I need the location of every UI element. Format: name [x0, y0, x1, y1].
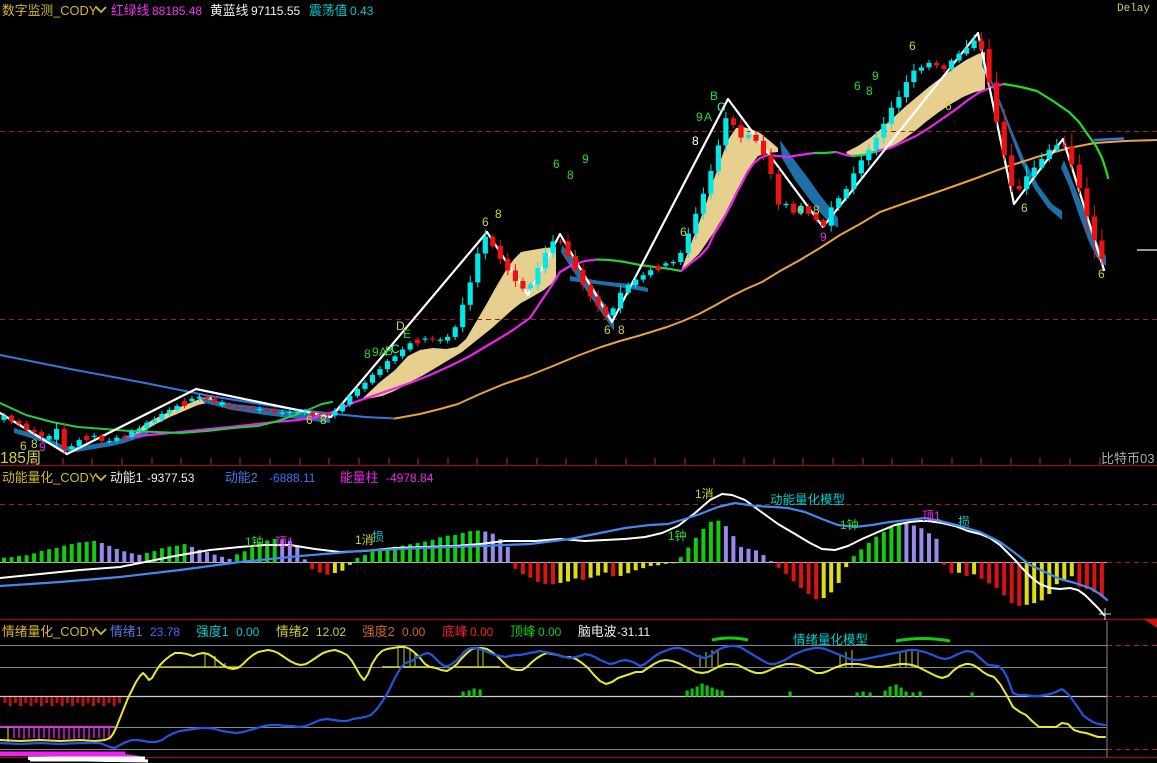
svg-text:顶峰: 顶峰	[510, 624, 536, 639]
svg-text:-6888.11: -6888.11	[269, 471, 316, 485]
svg-text:8: 8	[320, 413, 327, 427]
svg-text:9: 9	[820, 230, 827, 244]
svg-text:185周: 185周	[0, 450, 41, 467]
svg-text:8: 8	[866, 84, 873, 98]
svg-text:8: 8	[567, 168, 574, 182]
svg-text:9: 9	[872, 69, 879, 83]
svg-text:6: 6	[1021, 201, 1028, 215]
svg-text:顶1: 顶1	[922, 509, 941, 523]
svg-text:23.78: 23.78	[150, 625, 180, 639]
svg-text:6: 6	[306, 413, 313, 427]
svg-text:底峰: 底峰	[442, 624, 468, 639]
svg-text:97115.55: 97115.55	[251, 4, 300, 18]
svg-text:6: 6	[1098, 267, 1105, 281]
svg-text:0.00: 0.00	[538, 625, 562, 639]
svg-text:强度1: 强度1	[196, 624, 229, 639]
svg-text:1钟: 1钟	[840, 517, 859, 532]
svg-text:6: 6	[680, 225, 687, 239]
svg-text:脑电波: 脑电波	[578, 624, 617, 639]
svg-text:0.43: 0.43	[350, 4, 374, 18]
svg-text:0.00: 0.00	[470, 625, 494, 639]
svg-text:情绪1: 情绪1	[110, 624, 143, 639]
svg-text:9: 9	[582, 152, 589, 166]
svg-text:8: 8	[364, 347, 371, 361]
svg-text:6: 6	[482, 215, 489, 229]
svg-text:顶1: 顶1	[275, 535, 294, 549]
svg-text:A: A	[704, 110, 712, 124]
svg-text:动能量化_CODY: 动能量化_CODY	[2, 470, 98, 485]
svg-text:8: 8	[618, 323, 625, 337]
svg-text:比特币03: 比特币03	[1101, 451, 1154, 466]
svg-text:强度2: 强度2	[362, 624, 395, 639]
svg-text:12.02: 12.02	[316, 625, 346, 639]
svg-text:震荡值: 震荡值	[309, 3, 348, 18]
svg-text:C: C	[717, 100, 726, 114]
svg-text:Delay: Delay	[1117, 3, 1150, 15]
svg-text:E: E	[403, 327, 411, 341]
svg-text:6: 6	[553, 157, 560, 171]
svg-text:1消: 1消	[695, 487, 714, 501]
svg-text:6: 6	[945, 99, 952, 113]
svg-text:0.00: 0.00	[236, 625, 260, 639]
svg-text:6: 6	[909, 39, 916, 53]
svg-text:情绪量化模型: 情绪量化模型	[793, 633, 868, 647]
svg-text:能量柱: 能量柱	[340, 470, 379, 485]
svg-text:动能2: 动能2	[225, 470, 258, 485]
svg-text:情绪量化_CODY: 情绪量化_CODY	[2, 624, 98, 639]
svg-text:-31.11: -31.11	[617, 625, 650, 639]
svg-text:1钟: 1钟	[245, 534, 264, 549]
svg-text:8: 8	[31, 437, 38, 451]
svg-text:1钟: 1钟	[668, 528, 687, 543]
svg-text:0.00: 0.00	[402, 625, 426, 639]
svg-text:C: C	[391, 342, 400, 356]
svg-text:数字监测_CODY: 数字监测_CODY	[2, 3, 98, 18]
svg-text:9: 9	[372, 345, 379, 359]
svg-text:情绪2: 情绪2	[276, 624, 309, 639]
svg-text:9: 9	[696, 110, 703, 124]
svg-text:88185.48: 88185.48	[152, 4, 202, 18]
svg-text:损: 损	[372, 530, 384, 544]
svg-text:红绿线: 红绿线	[111, 3, 150, 18]
svg-text:黄蓝线: 黄蓝线	[210, 3, 249, 18]
svg-text:8: 8	[495, 207, 502, 221]
svg-text:8: 8	[813, 203, 820, 217]
svg-text:损: 损	[958, 515, 970, 529]
svg-text:动能1: 动能1	[110, 470, 143, 485]
svg-text:6: 6	[797, 203, 804, 217]
svg-text:6: 6	[854, 79, 861, 93]
svg-text:-9377.53: -9377.53	[147, 471, 195, 485]
svg-text:1消: 1消	[355, 533, 374, 547]
svg-text:-4978.84: -4978.84	[386, 471, 434, 485]
svg-text:6: 6	[604, 323, 611, 337]
svg-text:动能量化模型: 动能量化模型	[770, 493, 845, 507]
svg-text:8: 8	[692, 134, 699, 148]
